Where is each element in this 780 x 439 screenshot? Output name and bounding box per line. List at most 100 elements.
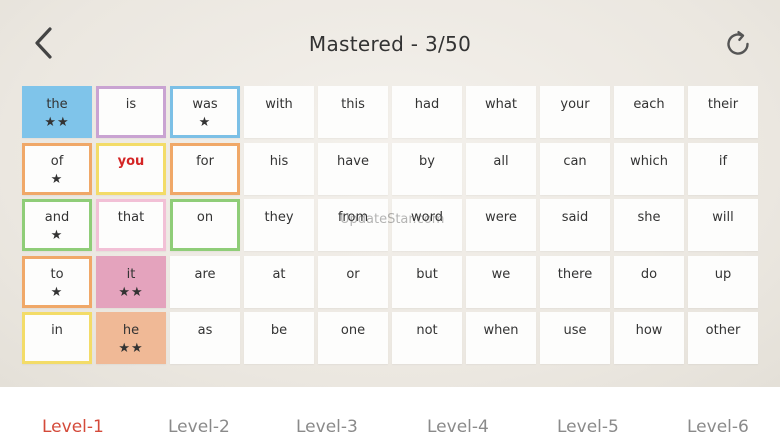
level-tab-bar: Level-1 Level-2 Level-3 Level-4 Level-5 Level… bbox=[0, 387, 780, 439]
word-card[interactable]: in bbox=[22, 312, 92, 364]
star-rating-icon: ★ bbox=[50, 228, 64, 243]
word-label: and bbox=[44, 210, 70, 225]
word-card[interactable]: on bbox=[170, 199, 240, 251]
word-card[interactable]: up bbox=[688, 255, 758, 308]
word-card[interactable]: but bbox=[392, 255, 462, 308]
word-card[interactable]: use bbox=[540, 312, 610, 364]
word-card[interactable]: one bbox=[318, 312, 388, 364]
word-card[interactable]: for bbox=[170, 142, 240, 195]
word-label: this bbox=[341, 97, 365, 112]
word-card[interactable]: at bbox=[244, 255, 314, 308]
word-label: there bbox=[557, 266, 593, 282]
word-label: word bbox=[411, 210, 443, 225]
word-label: from bbox=[337, 210, 369, 225]
word-label: do bbox=[640, 266, 658, 282]
word-card[interactable]: all bbox=[466, 142, 536, 195]
word-label: with bbox=[265, 97, 293, 112]
word-label: are bbox=[194, 266, 216, 282]
word-card[interactable]: he ★★ bbox=[96, 312, 166, 364]
word-card[interactable]: your bbox=[540, 86, 610, 138]
star-rating-icon: ★ bbox=[198, 115, 212, 130]
word-card[interactable]: were bbox=[466, 199, 536, 251]
word-card[interactable]: how bbox=[614, 312, 684, 364]
word-card[interactable]: this bbox=[318, 86, 388, 138]
word-label: were bbox=[485, 210, 517, 225]
word-label: it bbox=[126, 266, 136, 282]
word-grid: the ★★ is was ★ with this had what your each their o… bbox=[22, 86, 758, 364]
word-card[interactable]: and ★ bbox=[22, 199, 92, 251]
word-card[interactable]: had bbox=[392, 86, 462, 138]
word-label: which bbox=[630, 153, 668, 169]
word-card[interactable]: it ★★ bbox=[96, 255, 166, 308]
tab-level-1[interactable]: Level-1 bbox=[42, 417, 104, 437]
tab-level-4[interactable]: Level-4 bbox=[427, 417, 489, 437]
word-card[interactable]: his bbox=[244, 142, 314, 195]
word-label: his bbox=[269, 153, 289, 169]
word-card[interactable]: that bbox=[96, 199, 166, 251]
word-card[interactable]: was ★ bbox=[170, 86, 240, 138]
word-card[interactable]: to ★ bbox=[22, 255, 92, 308]
word-card[interactable]: which bbox=[614, 142, 684, 195]
word-card[interactable]: each bbox=[614, 86, 684, 138]
word-card[interactable]: what bbox=[466, 86, 536, 138]
star-rating-icon: ★ bbox=[50, 171, 64, 187]
word-card[interactable]: they bbox=[244, 199, 314, 251]
tab-level-6[interactable]: Level-6 bbox=[687, 417, 749, 437]
word-label: in bbox=[51, 323, 63, 338]
word-label: each bbox=[633, 97, 665, 112]
word-card[interactable]: can bbox=[540, 142, 610, 195]
word-label: said bbox=[561, 210, 589, 225]
word-card[interactable]: or bbox=[318, 255, 388, 308]
word-label: their bbox=[707, 97, 739, 112]
word-card[interactable]: from bbox=[318, 199, 388, 251]
header: Mastered - 3/50 bbox=[0, 0, 780, 86]
word-card[interactable]: she bbox=[614, 199, 684, 251]
word-label: but bbox=[416, 266, 438, 282]
word-card[interactable]: have bbox=[318, 142, 388, 195]
word-card[interactable]: as bbox=[170, 312, 240, 364]
word-card[interactable]: if bbox=[688, 142, 758, 195]
tab-level-2[interactable]: Level-2 bbox=[168, 417, 230, 437]
word-card[interactable]: word bbox=[392, 199, 462, 251]
word-label: when bbox=[483, 323, 519, 338]
word-card[interactable]: not bbox=[392, 312, 462, 364]
word-card[interactable]: their bbox=[688, 86, 758, 138]
word-label: use bbox=[563, 323, 587, 338]
word-card[interactable]: is bbox=[96, 86, 166, 138]
word-card[interactable]: by bbox=[392, 142, 462, 195]
word-label: not bbox=[416, 323, 438, 338]
word-label: by bbox=[419, 153, 435, 169]
word-card[interactable]: when bbox=[466, 312, 536, 364]
word-label: can bbox=[563, 153, 587, 169]
word-card[interactable]: you bbox=[96, 142, 166, 195]
word-label: of bbox=[50, 153, 64, 169]
word-card[interactable]: with bbox=[244, 86, 314, 138]
word-label: she bbox=[637, 210, 661, 225]
word-card[interactable]: be bbox=[244, 312, 314, 364]
word-label: have bbox=[337, 153, 369, 169]
star-rating-icon: ★★ bbox=[118, 341, 144, 356]
word-label: as bbox=[197, 323, 213, 338]
word-label: how bbox=[635, 323, 663, 338]
word-card[interactable]: said bbox=[540, 199, 610, 251]
word-card[interactable]: other bbox=[688, 312, 758, 364]
word-card[interactable]: of ★ bbox=[22, 142, 92, 195]
word-card[interactable]: we bbox=[466, 255, 536, 308]
word-card[interactable]: the ★★ bbox=[22, 86, 92, 138]
page-title: Mastered - 3/50 bbox=[308, 32, 472, 56]
word-card[interactable]: will bbox=[688, 199, 758, 251]
word-card[interactable]: do bbox=[614, 255, 684, 308]
word-label: was bbox=[192, 97, 218, 112]
word-label: they bbox=[264, 210, 294, 225]
word-label: for bbox=[196, 153, 214, 169]
reset-button[interactable] bbox=[720, 28, 756, 64]
word-label: the bbox=[46, 97, 68, 112]
tab-level-5[interactable]: Level-5 bbox=[557, 417, 619, 437]
word-label: he bbox=[122, 323, 140, 338]
word-label: if bbox=[718, 153, 728, 169]
word-card[interactable]: are bbox=[170, 255, 240, 308]
word-label: other bbox=[705, 323, 741, 338]
tab-level-3[interactable]: Level-3 bbox=[296, 417, 358, 437]
word-label: or bbox=[346, 266, 360, 282]
word-card[interactable]: there bbox=[540, 255, 610, 308]
